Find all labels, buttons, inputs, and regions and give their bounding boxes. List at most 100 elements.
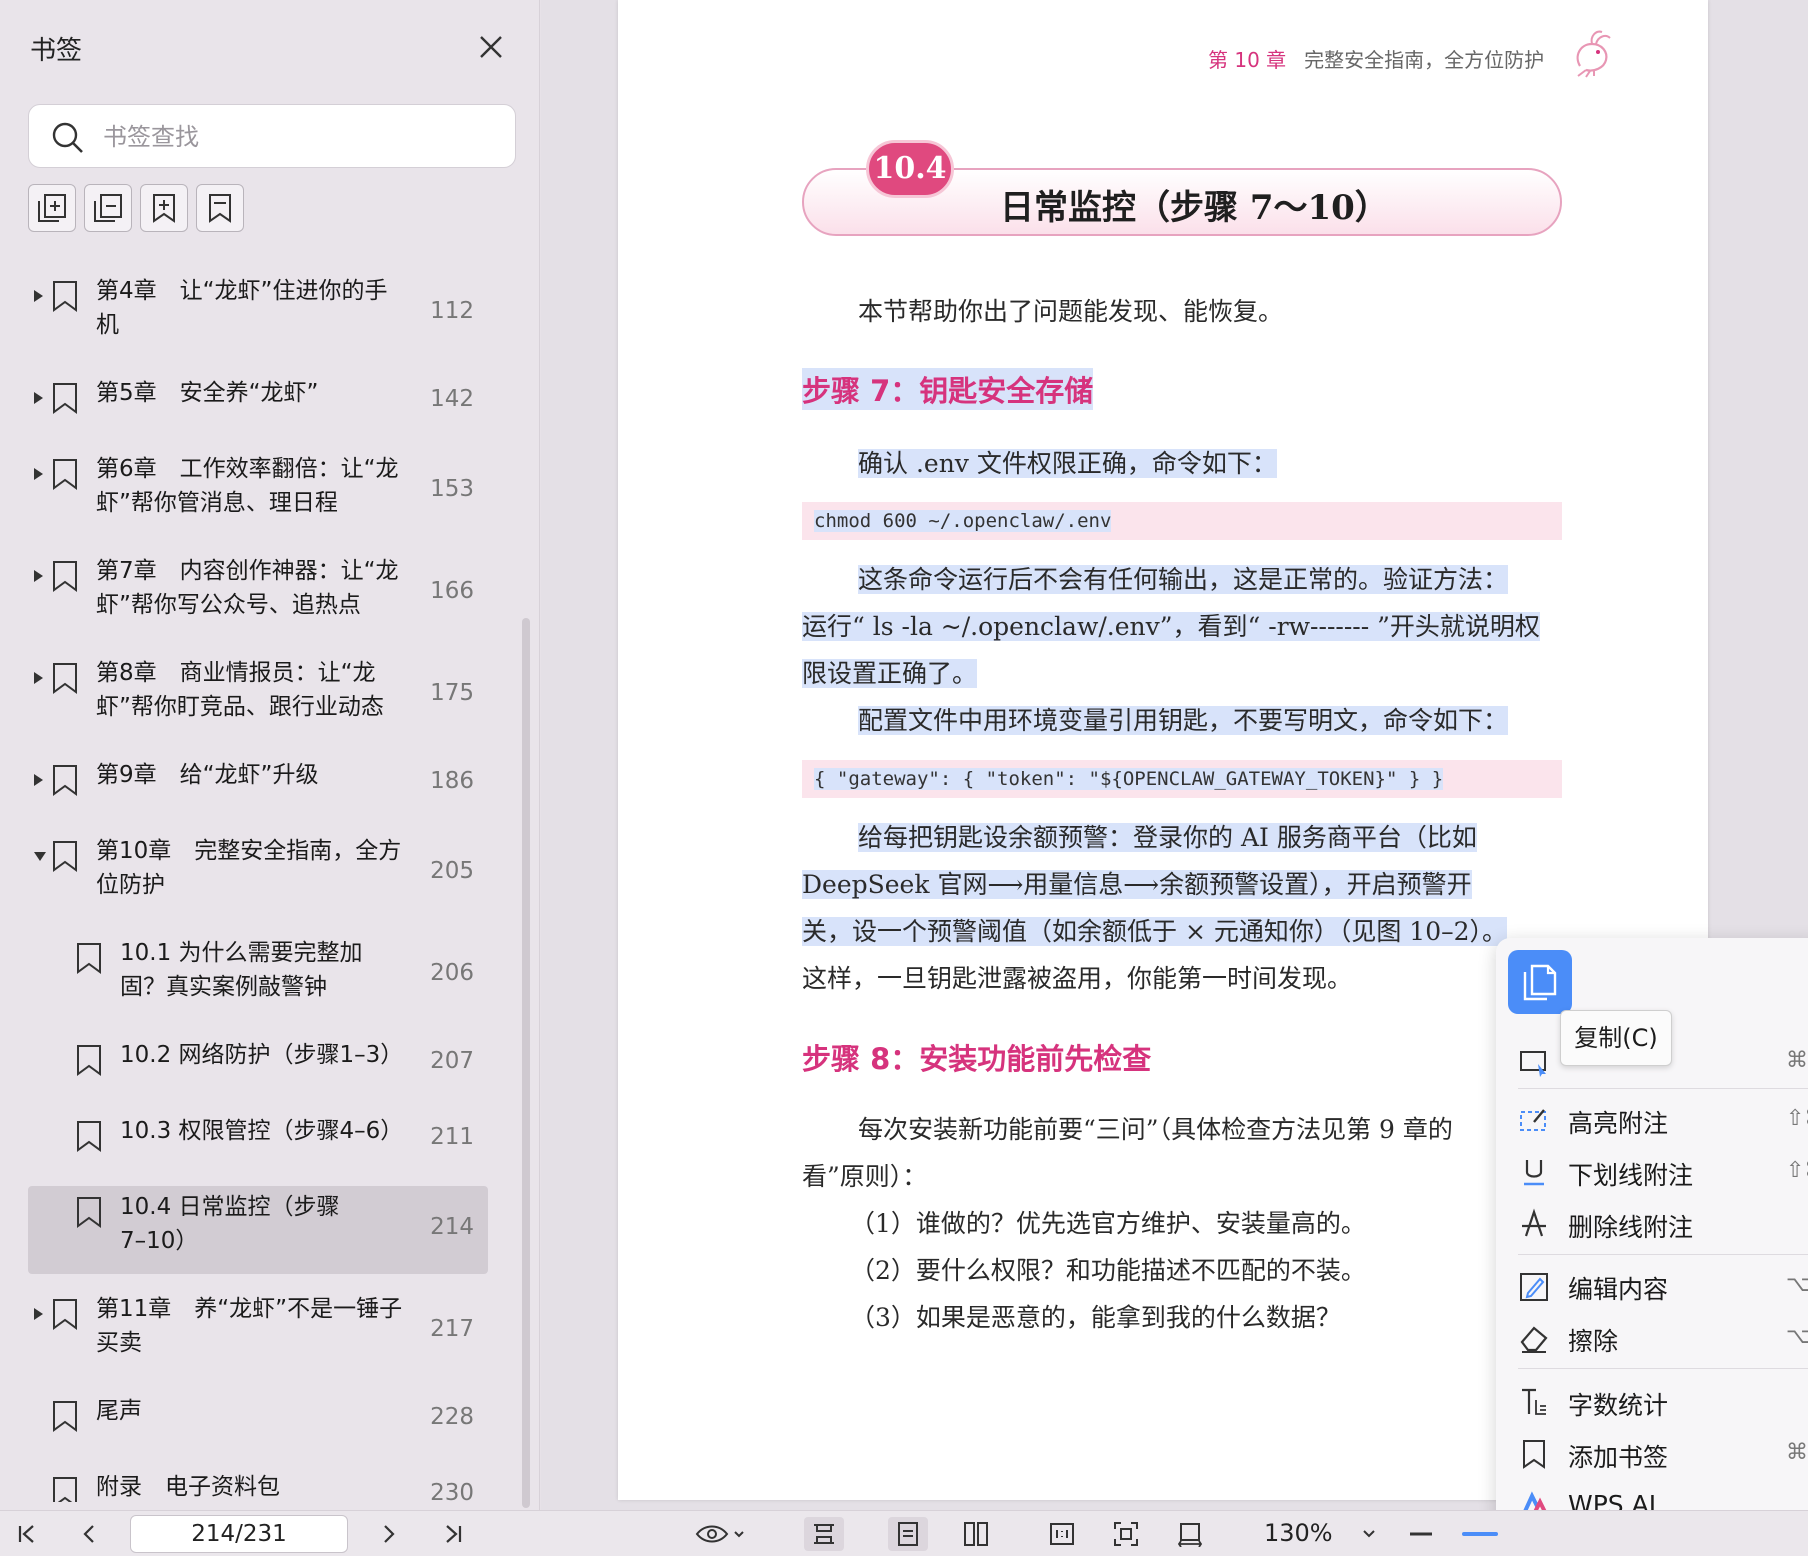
bookmark-item[interactable]: 第7章 内容创作神器：让“龙 虾”帮你写公众号、追热点 166 <box>28 550 488 638</box>
step7-paragraph-4-line4: 这样，一旦钥匙泄露被盗用，你能第一时间发现。 <box>802 964 1353 993</box>
bookmark-search-input[interactable] <box>103 115 503 159</box>
expand-arrow-icon[interactable] <box>34 774 43 786</box>
zoom-out-button[interactable] <box>1404 1517 1438 1551</box>
fit-width-icon <box>1177 1523 1203 1547</box>
menu-edit-content[interactable]: 编辑内容 ⌥ <box>1518 1264 1808 1308</box>
bookmark-item[interactable]: 第10章 完整安全指南，全方 位防护 205 <box>28 830 488 918</box>
bookmark-icon <box>77 1045 101 1076</box>
step7-paragraph-4-line3: 关，设一个预警阈值（如余额低于 × 元通知你）（见图 10–2）。 <box>802 917 1508 946</box>
page-number-input[interactable] <box>130 1515 348 1553</box>
bookmark-item[interactable]: 10.1 为什么需要完整加 固？真实案例敲警钟 206 <box>28 932 488 1020</box>
minus-icon <box>1410 1532 1432 1536</box>
add-bookmark-button[interactable] <box>140 184 188 232</box>
zoom-slider[interactable] <box>1462 1532 1498 1536</box>
intro-paragraph: 本节帮助你出了问题能发现、能恢复。 <box>858 297 1284 326</box>
bookmark-page-number: 230 <box>430 1480 474 1502</box>
continuous-scroll-button[interactable] <box>804 1517 844 1551</box>
lobster-logo-icon <box>1576 30 1611 78</box>
chevron-right-icon <box>384 1525 395 1543</box>
bookmark-item[interactable]: 附录 电子资料包 230 <box>28 1466 488 1502</box>
bookmark-options-button[interactable] <box>196 184 244 232</box>
bookmark-item[interactable]: 10.2 网络防护（步骤1–3） 207 <box>28 1034 488 1096</box>
menu-strikethrough-note[interactable]: 删除线附注 <box>1518 1202 1808 1246</box>
bookmark-icon <box>209 194 231 223</box>
menu-word-count[interactable]: 字数统计 <box>1518 1380 1808 1424</box>
next-page-button[interactable] <box>372 1517 406 1551</box>
previous-page-button[interactable] <box>72 1517 106 1551</box>
expand-arrow-icon[interactable] <box>34 570 43 582</box>
code-text-gateway: { "gateway": { "token": "${OPENCLAW_GATE… <box>814 768 1444 790</box>
step7-paragraph-4-line2: DeepSeek 官网⟶用量信息⟶余额预警设置），开启预警开 <box>802 870 1472 899</box>
bookmark-page-number: 206 <box>430 960 474 986</box>
step7-paragraph-2-line2: 运行“ ls -la ~/.openclaw/.env”，看到“ -rw----… <box>802 612 1540 641</box>
two-page-button[interactable] <box>956 1517 996 1551</box>
bookmark-label: 第5章 安全养“龙虾” <box>96 376 318 410</box>
bookmark-label-line2: 买卖 <box>96 1330 142 1356</box>
actual-size-button[interactable] <box>1042 1517 1082 1551</box>
bookmark-item[interactable]: 第11章 养“龙虾”不是一锤子 买卖 217 <box>28 1288 488 1376</box>
step8-paragraph-line1: 每次安装新功能前要“三问”（具体检查方法见第 9 章的 <box>858 1115 1453 1144</box>
bookmark-label-line2: 固？真实案例敲警钟 <box>120 974 327 1000</box>
sidebar-scrollbar[interactable] <box>522 618 530 1508</box>
bookmark-list: 第4章 让“龙虾”住进你的手机 112 第5章 安全养“龙虾” 142 第6章 工作效率… <box>0 270 520 1502</box>
section-number-badge: 10.4 <box>866 140 954 198</box>
word-count-icon <box>1522 1388 1546 1415</box>
fit-page-button[interactable] <box>1106 1517 1146 1551</box>
close-icon[interactable] <box>476 32 506 62</box>
expand-arrow-icon[interactable] <box>34 672 43 684</box>
copy-button[interactable] <box>1508 950 1572 1014</box>
bookmark-item[interactable]: 第8章 商业情报员：让“龙 虾”帮你盯竞品、跟行业动态 175 <box>28 652 488 740</box>
bookmark-item[interactable]: 10.3 权限管控（步骤4–6） 211 <box>28 1110 488 1172</box>
menu-highlight-note[interactable]: 高亮附注 ⇧⌘ <box>1518 1098 1808 1142</box>
bookmark-search-box[interactable] <box>28 104 516 168</box>
bookmark-label-line2: 虾”帮你写公众号、追热点 <box>96 592 361 618</box>
note-icon <box>1520 1051 1546 1077</box>
bookmark-item[interactable]: 第4章 让“龙虾”住进你的手机 112 <box>28 270 488 358</box>
expand-arrow-icon[interactable] <box>34 392 43 404</box>
expand-all-button[interactable] <box>28 184 76 232</box>
bookmark-icon <box>53 383 77 414</box>
bookmark-label: 第8章 商业情报员：让“龙 虾”帮你盯竞品、跟行业动态 <box>96 656 384 724</box>
bookmark-label-line1: 第7章 内容创作神器：让“龙 <box>96 558 399 584</box>
menu-erase[interactable]: 擦除 ⌥ <box>1518 1316 1808 1360</box>
expand-arrow-icon[interactable] <box>34 468 43 480</box>
step8-question-3: （3）如果是恶意的，能拿到我的什么数据？ <box>850 1303 1341 1332</box>
last-page-button[interactable] <box>436 1517 470 1551</box>
bookmark-label: 第6章 工作效率翻倍：让“龙 虾”帮你管消息、理日程 <box>96 452 399 520</box>
collapse-arrow-icon[interactable] <box>34 852 46 861</box>
menu-add-bookmark[interactable]: 添加书签 ⌘ <box>1518 1432 1808 1476</box>
zoom-dropdown-button[interactable] <box>1352 1517 1386 1551</box>
menu-underline-note[interactable]: 下划线附注 ⇧⌘ <box>1518 1150 1808 1194</box>
fit-width-button[interactable] <box>1170 1517 1210 1551</box>
bookmark-label-line1: 10.4 日常监控（步骤 <box>120 1194 340 1220</box>
bookmark-label-line2: 虾”帮你盯竞品、跟行业动态 <box>96 694 384 720</box>
bookmark-item[interactable]: 尾声 228 <box>28 1390 488 1452</box>
bookmark-label: 10.4 日常监控（步骤 7–10） <box>120 1190 340 1258</box>
step8-question-2: （2）要什么权限？和功能描述不匹配的不装。 <box>850 1256 1366 1285</box>
bookmark-item[interactable]: 第9章 给“龙虾”升级 186 <box>28 754 488 816</box>
bookmark-page-number: 175 <box>430 680 474 706</box>
bookmark-item[interactable]: 10.4 日常监控（步骤 7–10） 214 <box>28 1186 488 1274</box>
add-bookmark-icon <box>153 194 175 223</box>
reading-mode-button[interactable] <box>692 1517 748 1551</box>
underline-icon <box>1524 1160 1544 1186</box>
single-page-button[interactable] <box>888 1517 928 1551</box>
expand-arrow-icon[interactable] <box>34 1308 43 1320</box>
bookmark-label: 第7章 内容创作神器：让“龙 虾”帮你写公众号、追热点 <box>96 554 399 622</box>
step8-paragraph-line2: 看”原则）： <box>802 1162 928 1191</box>
bookmark-icon <box>77 943 101 974</box>
expand-arrow-icon[interactable] <box>34 290 43 302</box>
bookmark-item[interactable]: 第5章 安全养“龙虾” 142 <box>28 372 488 434</box>
first-page-icon <box>18 1525 34 1543</box>
first-page-button[interactable] <box>10 1517 44 1551</box>
zoom-level[interactable]: 130% <box>1264 1519 1333 1547</box>
bookmark-item[interactable]: 第6章 工作效率翻倍：让“龙 虾”帮你管消息、理日程 153 <box>28 448 488 536</box>
menu-edit-shortcut: ⌥ <box>1786 1272 1808 1297</box>
copy-icon <box>1523 964 1557 1001</box>
bookmark-page-number: 205 <box>430 858 474 884</box>
collapse-all-button[interactable] <box>84 184 132 232</box>
bookmark-label: 第10章 完整安全指南，全方 位防护 <box>96 834 401 902</box>
bookmark-label-line1: 第9章 给“龙虾”升级 <box>96 762 319 788</box>
bookmark-page-number: 186 <box>430 768 474 794</box>
bookmark-label-line1: 第6章 工作效率翻倍：让“龙 <box>96 456 399 482</box>
